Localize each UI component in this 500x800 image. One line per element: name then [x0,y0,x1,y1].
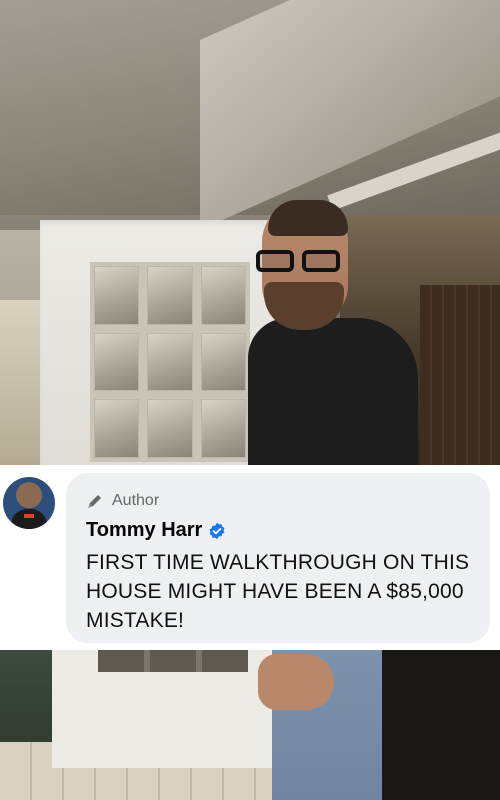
door-pane [200,399,246,458]
pen-icon [88,495,101,508]
comment-text: FIRST TIME WALKTHROUGH ON THIS HOUSE MIG… [86,551,470,632]
door-pane [94,266,140,325]
avatar-shirt [11,509,47,529]
author-name[interactable]: Tommy Harr [86,519,202,542]
door-pane [200,332,246,392]
avatar[interactable] [3,477,55,529]
presenter-shirt [248,318,418,465]
avatar-shirt-print [24,514,34,518]
presenter [248,200,418,465]
door-pane [94,332,140,392]
door-pane [150,650,196,672]
door-glass-lower [98,650,248,672]
door-pane [147,332,193,392]
door-glass-grid [90,262,250,462]
door-pane [147,266,193,325]
video-frame[interactable]: Author Tommy Harr FIRST TIME WALKTHROUGH… [0,0,500,800]
door-pane [200,266,246,325]
presenter-hand [258,654,334,710]
dark-doorway [380,650,500,800]
door-pane [202,650,248,672]
video-scene-bottom [0,650,500,800]
video-scene-top [0,0,500,465]
left-doorway [0,300,44,465]
author-badge: Author [86,491,470,511]
comment-bubble: Author Tommy Harr FIRST TIME WALKTHROUGH… [66,473,490,643]
wood-paneling [420,285,500,465]
door-pane [147,399,193,458]
glasses-lens-left [256,250,294,272]
glass-panel-door-lower [52,650,277,768]
door-pane [94,399,140,458]
glasses-lens-right [302,250,340,272]
presenter-hair [268,200,348,236]
author-badge-label: Author [112,492,160,509]
presenter-glasses [256,250,346,274]
door-pane [98,650,144,672]
author-row: Tommy Harr [86,519,470,542]
verified-badge-icon [209,522,225,539]
comment-overlay: Author Tommy Harr FIRST TIME WALKTHROUGH… [0,465,500,650]
